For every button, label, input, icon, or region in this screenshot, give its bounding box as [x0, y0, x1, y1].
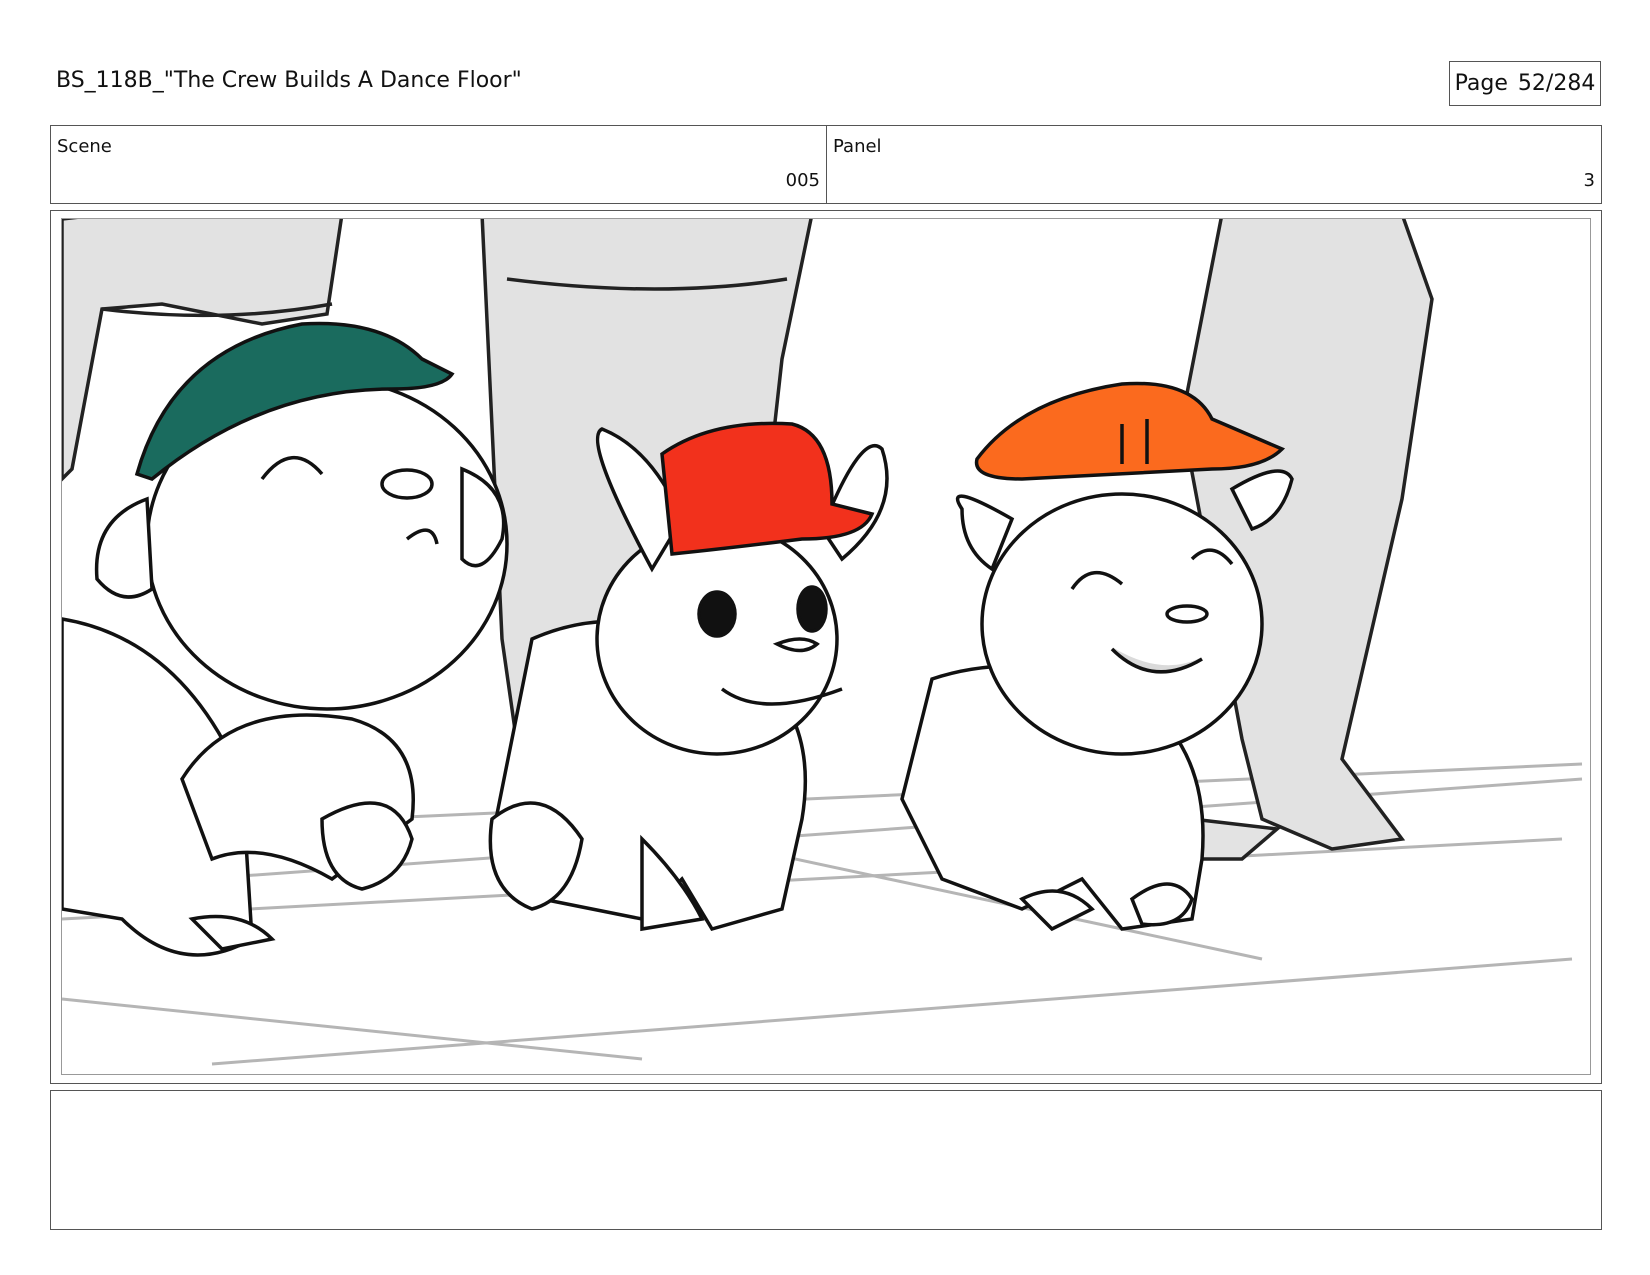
- page-number: 52/284: [1517, 71, 1596, 96]
- scene-value: 005: [785, 170, 820, 191]
- panel-label: Panel: [833, 136, 882, 157]
- notes-box: [50, 1090, 1602, 1230]
- scene-cell: Scene 005: [51, 126, 827, 203]
- scene-panel-row: Scene 005 Panel 3: [50, 125, 1602, 204]
- scene-label: Scene: [57, 136, 112, 157]
- document-title: BS_118B_"The Crew Builds A Dance Floor": [56, 68, 522, 93]
- storyboard-image: [61, 218, 1591, 1075]
- page-indicator: Page 52/284: [1449, 61, 1601, 106]
- page-label: Page: [1454, 71, 1508, 96]
- storyboard-frame: [50, 210, 1602, 1084]
- panel-value: 3: [1583, 170, 1595, 191]
- panel-cell: Panel 3: [827, 126, 1601, 203]
